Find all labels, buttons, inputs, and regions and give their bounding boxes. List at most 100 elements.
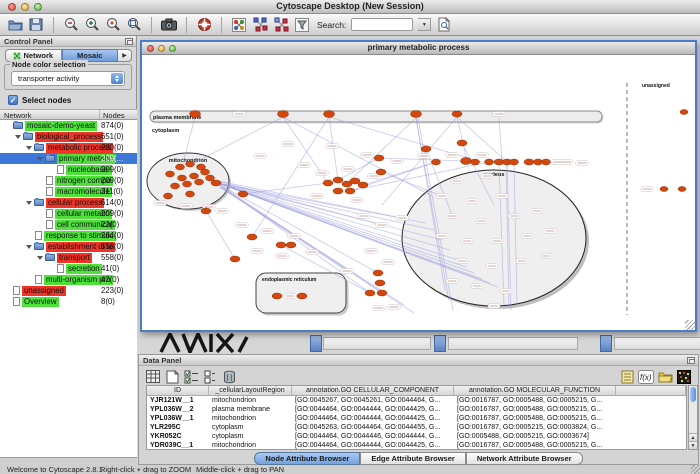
graph-edge[interactable]: [283, 117, 432, 196]
expand-caret-icon[interactable]: [37, 157, 43, 161]
graph-node[interactable]: [358, 182, 368, 188]
tree-row[interactable]: multi-organism pro42(0): [0, 274, 137, 285]
tree-row[interactable]: nitrogen compo209(0): [0, 175, 137, 186]
attribute-editor-icon[interactable]: [619, 369, 635, 385]
help-ring-icon[interactable]: [196, 17, 212, 33]
delete-attribute-icon[interactable]: [221, 369, 237, 385]
graph-node[interactable]: [178, 175, 187, 181]
color-attribute-dropdown[interactable]: transporter activity: [11, 71, 125, 86]
graph-node[interactable]: [164, 193, 173, 199]
scroll-up-icon[interactable]: ▲: [689, 433, 697, 441]
attribute-table[interactable]: ID_cellularLayoutRegionannotation.GO CEL…: [146, 385, 687, 450]
advanced-search-icon[interactable]: [436, 17, 452, 33]
new-attribute-icon[interactable]: [164, 369, 180, 385]
tree-row[interactable]: primary metabo209(...: [0, 153, 137, 164]
search-dropdown-button[interactable]: ▼: [418, 18, 431, 31]
graph-edge[interactable]: [329, 117, 482, 162]
tab-network-attribute-browser[interactable]: Network Attribute Browser: [466, 452, 583, 465]
graph-node[interactable]: [195, 179, 204, 185]
graph-node[interactable]: [452, 111, 462, 117]
save-icon[interactable]: [28, 17, 44, 33]
graph-edge[interactable]: [218, 181, 382, 225]
graph-node[interactable]: [211, 180, 221, 186]
search-input[interactable]: [351, 18, 413, 31]
table-column-header[interactable]: ID: [147, 386, 209, 395]
expand-caret-icon[interactable]: [26, 201, 32, 205]
graph-node[interactable]: [176, 164, 185, 170]
graph-node[interactable]: [201, 208, 211, 214]
tree-row[interactable]: macromolecule311(0): [0, 186, 137, 197]
graph-node[interactable]: [272, 293, 282, 299]
zoom-out-icon[interactable]: [63, 17, 79, 33]
expand-caret-icon[interactable]: [26, 245, 32, 249]
graph-node[interactable]: [376, 169, 386, 175]
graph-node[interactable]: [471, 159, 480, 165]
table-row[interactable]: YDR039C__1mitochondrion[GO:0044464, GO:0…: [147, 441, 686, 450]
graph-node[interactable]: [678, 187, 686, 192]
graph-node[interactable]: [183, 181, 192, 187]
graph-node[interactable]: [375, 280, 385, 286]
graph-edge[interactable]: [381, 172, 442, 196]
graph-node[interactable]: [660, 187, 668, 192]
open-icon[interactable]: [7, 17, 23, 33]
snapshot-icon[interactable]: [161, 17, 177, 33]
graph-node[interactable]: [247, 234, 257, 240]
zoom-selected-icon[interactable]: [105, 17, 121, 33]
expand-caret-icon[interactable]: [37, 256, 43, 260]
graph-node[interactable]: [457, 140, 467, 146]
graph-node[interactable]: [186, 161, 195, 167]
graph-node[interactable]: [333, 188, 343, 194]
graph-node[interactable]: [461, 158, 472, 165]
tree-row[interactable]: response to stimulu264(0): [0, 230, 137, 241]
network-view-window[interactable]: primary metabolic process plasma membran…: [140, 40, 697, 332]
tree-row[interactable]: cell communicat22(0): [0, 219, 137, 230]
network-graph[interactable]: plasma membrane cytoplasm mitochondrion …: [142, 55, 695, 330]
expand-caret-icon[interactable]: [26, 146, 32, 150]
graph-node[interactable]: [166, 171, 175, 177]
graph-node[interactable]: [365, 290, 375, 296]
tab-node-attribute-browser[interactable]: Node Attribute Browser: [254, 452, 360, 465]
scroll-down-icon[interactable]: ▼: [689, 441, 697, 449]
tree-row[interactable]: mosaic-demo-yeast874(0): [0, 120, 137, 131]
table-icon[interactable]: [145, 369, 161, 385]
vizmapper-icon[interactable]: [231, 17, 247, 33]
table-row[interactable]: YKR052Ccytoplasm[GO:0044464, GO:0044446,…: [147, 432, 686, 441]
graph-edge[interactable]: [206, 211, 235, 259]
table-column-header[interactable]: annotation.GO CELLULAR_COMPONENT: [292, 386, 454, 395]
tree-row[interactable]: unassigned223(0): [0, 285, 137, 296]
unselect-attributes-icon[interactable]: [202, 369, 218, 385]
matrix-icon[interactable]: [676, 369, 692, 385]
table-row[interactable]: YPL036W__2plasma membrane[GO:0044464, GO…: [147, 405, 686, 414]
graph-node[interactable]: [278, 111, 289, 118]
graph-node[interactable]: [186, 191, 195, 197]
graph-node[interactable]: [276, 242, 286, 248]
network-canvas[interactable]: plasma membrane cytoplasm mitochondrion …: [142, 55, 695, 330]
graph-node[interactable]: [333, 177, 343, 183]
scrollbar-thumb[interactable]: [690, 387, 696, 402]
graph-node[interactable]: [432, 159, 441, 165]
graph-node[interactable]: [345, 188, 355, 194]
graph-node[interactable]: [485, 159, 494, 165]
network-window-titlebar[interactable]: primary metabolic process: [142, 42, 695, 55]
graph-node[interactable]: [421, 146, 431, 152]
tree-column-nodes[interactable]: Nodes: [100, 110, 137, 119]
zoom-fit-icon[interactable]: [126, 17, 142, 33]
tree-row[interactable]: nucleobase-209(0): [0, 164, 137, 175]
graph-node[interactable]: [190, 173, 199, 179]
import-attributes-icon[interactable]: [657, 369, 673, 385]
graph-node[interactable]: [373, 270, 383, 276]
tree-row[interactable]: cellular process614(0): [0, 197, 137, 208]
graph-node[interactable]: [377, 290, 387, 296]
table-scrollbar[interactable]: ▲ ▼: [688, 385, 698, 450]
table-row[interactable]: YLR295Ccytoplasm[GO:0045263, GO:0044464,…: [147, 423, 686, 432]
tree-row[interactable]: establishment of lo558(0): [0, 241, 137, 252]
graph-node[interactable]: [238, 191, 248, 197]
graph-edge[interactable]: [499, 118, 502, 159]
table-column-header[interactable]: annotation.GO MOLECULAR_FUNCTION: [454, 386, 616, 395]
tree-row[interactable]: cellular metabo209(0): [0, 208, 137, 219]
tree-row[interactable]: metabolic process280(0): [0, 142, 137, 153]
tree-row[interactable]: Overview8(0): [0, 296, 137, 307]
network-red-icon[interactable]: [273, 17, 289, 33]
graph-node[interactable]: [510, 159, 519, 165]
table-column-header[interactable]: _cellularLayoutRegion: [209, 386, 292, 395]
